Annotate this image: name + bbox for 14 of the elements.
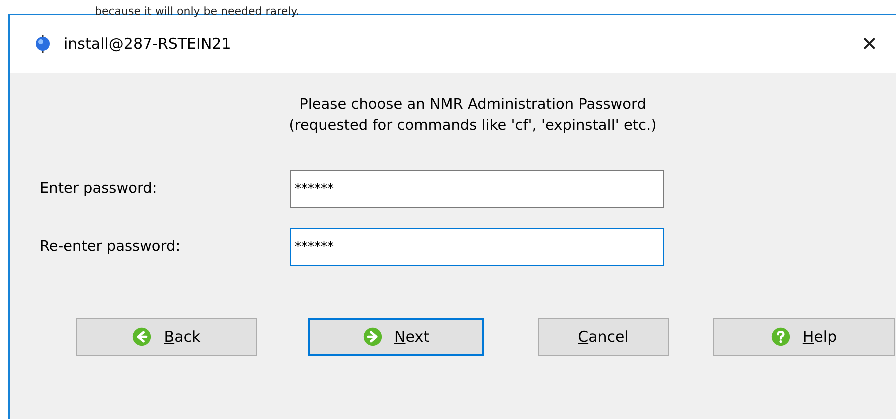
- password-field[interactable]: ******: [290, 170, 664, 208]
- instruction-text: Please choose an NMR Administration Password: [300, 96, 646, 115]
- help-icon: [770, 327, 791, 347]
- help-button[interactable]: Help: [713, 318, 895, 356]
- field-label: Enter password:: [40, 181, 158, 197]
- window-title: install@287-RSTEIN21: [64, 35, 232, 53]
- instruction-text: (requested for commands like 'cf', 'expinstall' etc.): [289, 117, 657, 136]
- field-label: Re-enter password:: [40, 239, 182, 255]
- back-button[interactable]: Back: [76, 318, 257, 356]
- close-button[interactable]: ✕: [857, 32, 882, 56]
- next-button[interactable]: Next: [308, 318, 484, 356]
- cancel-button[interactable]: Cancel: [538, 318, 669, 356]
- password-field[interactable]: ******: [290, 228, 664, 266]
- app-icon: [34, 34, 52, 54]
